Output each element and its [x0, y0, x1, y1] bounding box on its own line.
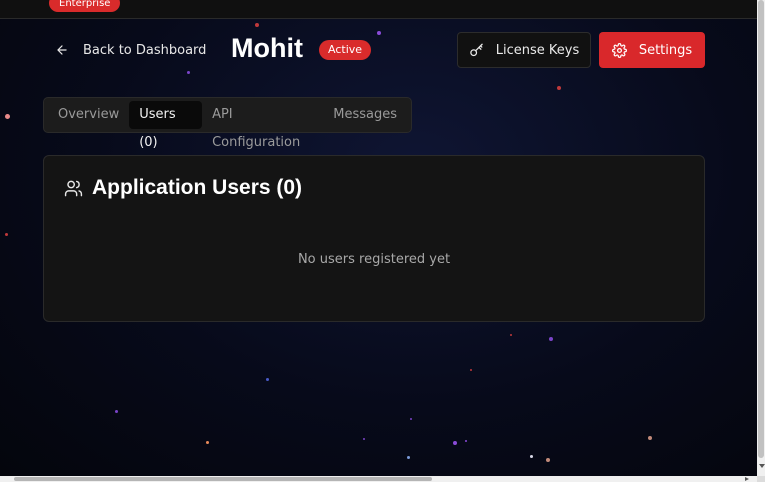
back-link-label: Back to Dashboard	[83, 42, 207, 58]
status-badge: Active	[319, 40, 372, 60]
scroll-right-arrow-icon[interactable]	[745, 477, 749, 481]
key-icon	[470, 43, 483, 56]
tab-users[interactable]: Users (0)	[129, 101, 203, 150]
plan-badge: Enterprise	[49, 0, 121, 12]
tab-messages[interactable]: Messages	[323, 101, 407, 129]
tab-bar: Overview Users (0) API Configuration Mes…	[43, 97, 412, 150]
license-keys-label: License Keys	[495, 42, 580, 58]
app-viewport: Enterprise Back to Dashboard Mohit Activ…	[0, 0, 757, 476]
settings-label: Settings	[638, 42, 693, 58]
card-title: Application Users (0)	[92, 176, 303, 199]
scroll-down-arrow-icon[interactable]	[759, 464, 765, 468]
settings-button[interactable]: Settings	[599, 32, 705, 68]
horizontal-scrollbar-thumb[interactable]	[14, 477, 432, 481]
license-keys-button[interactable]: License Keys	[457, 32, 591, 68]
gear-icon	[611, 42, 627, 58]
top-bar: Enterprise	[0, 0, 757, 19]
application-users-card: Application Users (0) No users registere…	[43, 155, 705, 322]
arrow-left-icon	[57, 45, 67, 55]
back-to-dashboard-link[interactable]: Back to Dashboard	[55, 38, 206, 62]
empty-state-message: No users registered yet	[297, 252, 451, 267]
scrollbar-corner	[757, 476, 765, 482]
users-icon	[64, 180, 83, 196]
card-header: Application Users (0)	[64, 176, 302, 200]
horizontal-scrollbar[interactable]	[0, 476, 757, 482]
vertical-scrollbar-thumb[interactable]	[758, 0, 764, 458]
vertical-scrollbar[interactable]	[757, 0, 765, 482]
page-title: Mohit	[231, 33, 303, 63]
tab-api-configuration[interactable]: API Configuration	[202, 101, 323, 150]
tab-overview[interactable]: Overview	[48, 101, 129, 129]
